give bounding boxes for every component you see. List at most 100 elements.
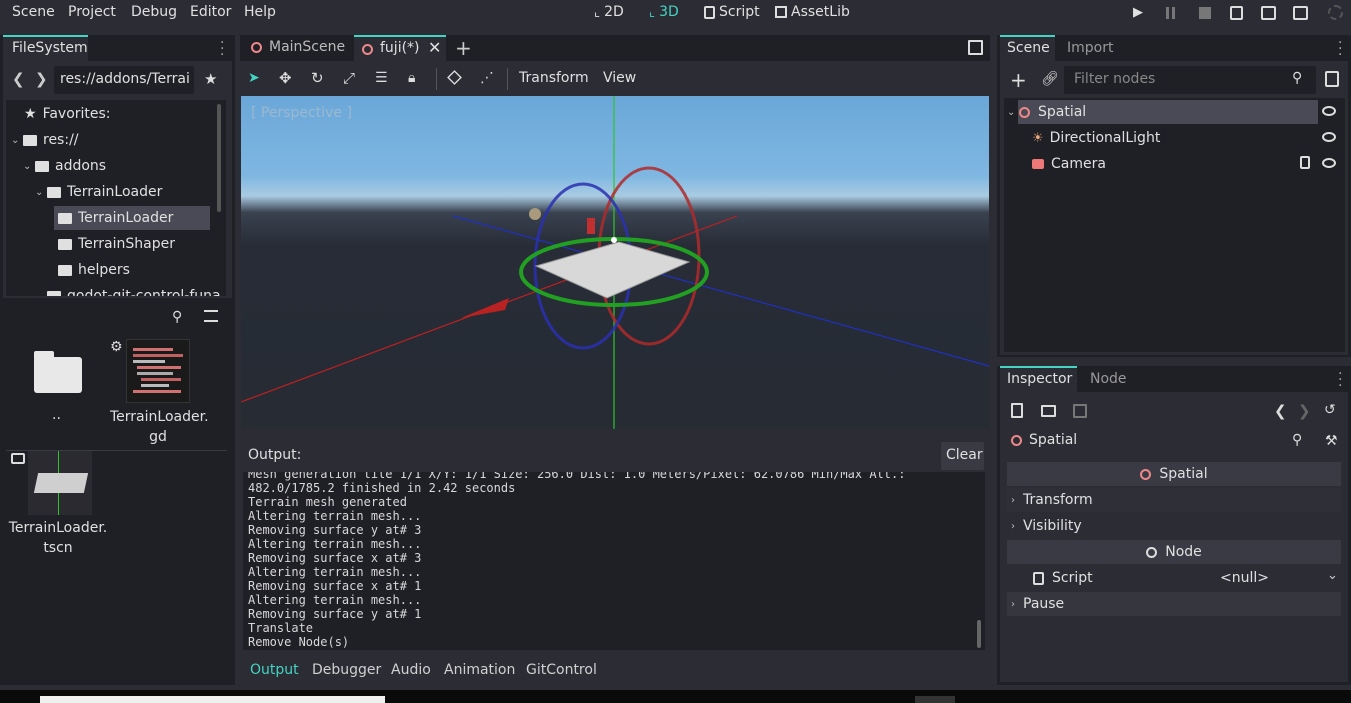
save-resource-button[interactable] <box>1073 404 1087 418</box>
file-item-terrainloader-gd[interactable] <box>126 339 190 403</box>
tree-item-addons[interactable]: ⌄ addons <box>23 154 106 178</box>
bottom-tab-debugger[interactable]: Debugger <box>312 662 381 678</box>
instance-scene-button[interactable]: 🔗︎ <box>1041 71 1059 87</box>
nav-back-button[interactable]: ❮ <box>12 70 25 88</box>
scale-tool-button[interactable]: ⤢ <box>343 69 355 87</box>
pause-button[interactable] <box>1166 7 1178 19</box>
bottom-tab-audio[interactable]: Audio <box>391 662 431 678</box>
node-tab[interactable]: Node <box>1090 371 1127 387</box>
favorite-button[interactable]: ★ <box>204 70 217 88</box>
filter-nodes-input[interactable]: Filter nodes <box>1064 66 1316 94</box>
file-search-input[interactable] <box>6 304 194 332</box>
terrain-mesh[interactable] <box>534 241 691 299</box>
path-field[interactable]: res://addons/Terrai <box>54 66 194 94</box>
history-button[interactable]: ↺ <box>1324 402 1336 418</box>
scene-node-spatial[interactable]: ⌄ Spatial <box>1007 100 1086 124</box>
script-icon[interactable] <box>1300 156 1310 169</box>
dock-menu-icon[interactable]: · · · <box>1338 36 1342 62</box>
inspector-object-name[interactable]: Spatial <box>1029 432 1077 448</box>
tree-item-terrainloader-parent[interactable]: ⌄ TerrainLoader <box>35 180 162 204</box>
load-resource-button[interactable] <box>1041 405 1056 417</box>
menu-help[interactable]: Help <box>244 4 276 20</box>
history-forward-button[interactable]: ❯ <box>1298 402 1311 420</box>
select-tool-button[interactable]: ➤ <box>248 70 260 86</box>
visibility-eye-icon[interactable] <box>1322 106 1336 116</box>
tree-item-favorites[interactable]: ★ Favorites: <box>24 102 111 126</box>
bottom-tab-animation[interactable]: Animation <box>444 662 515 678</box>
scene-node-directionallight[interactable]: ☀ DirectionalLight <box>1032 126 1160 150</box>
tree-scrollbar[interactable] <box>217 104 221 212</box>
menu-scene[interactable]: Scene <box>12 4 55 20</box>
file-item-parent[interactable] <box>34 349 82 393</box>
rotate-tool-button[interactable]: ↻ <box>311 69 324 87</box>
link-icon: 🔗︎ <box>1041 71 1059 87</box>
new-resource-button[interactable] <box>1011 403 1023 418</box>
close-tab-icon[interactable]: ✕ <box>428 38 441 57</box>
clear-button[interactable]: Clear <box>941 442 984 470</box>
stop-button[interactable] <box>1199 7 1211 19</box>
dock-menu-icon[interactable]: · · · <box>1338 367 1342 393</box>
object-properties-button[interactable]: ⚒ <box>1325 433 1338 449</box>
tree-item-helpers[interactable]: helpers <box>58 258 130 282</box>
workspace-assetlib-button[interactable]: AssetLib <box>775 4 850 20</box>
section-pause[interactable]: › Pause <box>1007 592 1341 616</box>
menu-project[interactable]: Project <box>68 4 116 20</box>
list-select-button[interactable]: ☰ <box>375 70 388 86</box>
taskbar-item[interactable] <box>915 696 955 703</box>
chevron-right-icon: ❯ <box>1298 402 1311 420</box>
scene-tab-label: MainScene <box>269 39 346 55</box>
scene-node-camera[interactable]: Camera <box>1032 152 1106 176</box>
section-transform[interactable]: › Transform <box>1007 488 1341 512</box>
play-scene-button[interactable] <box>1261 6 1276 20</box>
scene-tab-mainscene[interactable]: MainScene <box>244 35 352 61</box>
folder-icon <box>58 238 72 250</box>
tree-item-terrainloader-selected[interactable]: TerrainLoader <box>54 206 210 230</box>
dock-menu-icon[interactable]: · · · <box>220 36 224 62</box>
add-node-button[interactable]: + <box>1010 68 1027 92</box>
filesystem-tab[interactable]: FileSystem <box>3 35 88 61</box>
script-value-dropdown[interactable]: <null> <box>1220 570 1269 586</box>
import-dock-tab[interactable]: Import <box>1067 40 1113 56</box>
tree-item-terrainshaper[interactable]: TerrainShaper <box>58 232 175 256</box>
taskbar-search-box[interactable] <box>40 696 385 703</box>
output-log[interactable]: Mesh generation tile 1/1 X/Y: 1/1 Size: … <box>243 472 985 650</box>
view-menu[interactable]: View <box>603 70 636 86</box>
snap-button[interactable]: ⋰ <box>480 70 494 86</box>
add-scene-tab-button[interactable]: + <box>455 36 472 60</box>
camera-gizmo[interactable] <box>587 218 595 234</box>
tree-item-res[interactable]: ⌄ res:// <box>11 128 79 152</box>
distraction-free-button[interactable] <box>968 40 983 55</box>
scene-tab-fuji[interactable]: fuji(*) ✕ <box>354 35 446 61</box>
workspace-3d-button[interactable]: ⌞ 3D <box>649 4 679 20</box>
3d-viewport[interactable]: [ Perspective ] <box>241 96 989 429</box>
chevron-down-icon[interactable]: ⌄ <box>1327 568 1338 583</box>
workspace-script-button[interactable]: Script <box>704 4 760 20</box>
lock-button[interactable]: 🔒︎ <box>408 70 415 86</box>
menu-debug[interactable]: Debug <box>131 4 177 20</box>
section-visibility[interactable]: › Visibility <box>1007 514 1341 538</box>
scene-dock-tab[interactable]: Scene <box>1000 35 1055 61</box>
play-button[interactable]: ▶ <box>1133 5 1143 20</box>
list-view-icon[interactable] <box>204 310 218 322</box>
menu-editor[interactable]: Editor <box>190 4 231 20</box>
history-back-button[interactable]: ❮ <box>1274 402 1287 420</box>
visibility-eye-icon[interactable] <box>1322 158 1336 168</box>
output-scrollbar[interactable] <box>977 620 981 648</box>
3d-icon: ⌞ <box>649 4 656 20</box>
move-tool-button[interactable]: ✥ <box>279 69 292 87</box>
tree-item-git-control[interactable]: ⌄ godot-git-control-funa <box>35 284 221 296</box>
play-custom-scene-button[interactable] <box>1293 6 1308 20</box>
play-html5-button[interactable] <box>1230 6 1243 20</box>
bottom-tab-output[interactable]: Output <box>250 662 299 678</box>
bottom-tab-gitcontrol[interactable]: GitControl <box>526 662 597 678</box>
visibility-eye-icon[interactable] <box>1322 132 1336 142</box>
inspector-tab[interactable]: Inspector <box>1000 366 1077 392</box>
attach-script-button[interactable] <box>1325 71 1339 87</box>
search-icon[interactable]: ⚲ <box>1292 432 1302 448</box>
transform-menu[interactable]: Transform <box>519 70 589 86</box>
workspace-2d-button[interactable]: ⌞ 2D <box>594 4 624 20</box>
z-axis-line <box>452 215 989 367</box>
light-gizmo[interactable] <box>529 208 541 220</box>
nav-forward-button[interactable]: ❯ <box>35 70 48 88</box>
file-item-terrainloader-tscn[interactable] <box>28 451 92 515</box>
